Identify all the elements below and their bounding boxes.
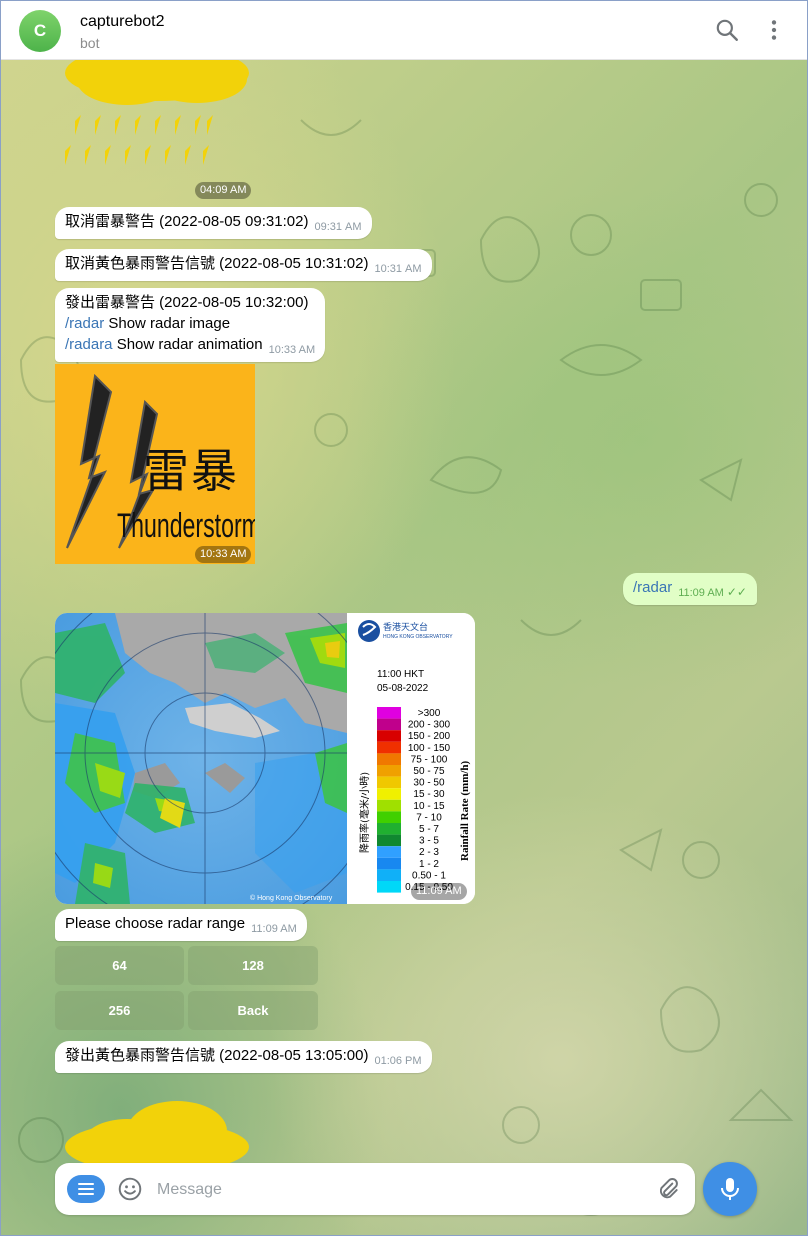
- voice-record-button[interactable]: [703, 1162, 757, 1216]
- search-icon[interactable]: [714, 17, 740, 43]
- rain-cloud-sticker[interactable]: [57, 1101, 257, 1171]
- more-vertical-icon[interactable]: [761, 17, 787, 43]
- rainfall-scale-swatch: [377, 765, 401, 777]
- menu-icon: [78, 1183, 94, 1195]
- rainfall-scale-label: 200 - 300: [408, 720, 451, 731]
- command-link[interactable]: /radar: [633, 579, 672, 596]
- microphone-icon: [721, 1178, 739, 1200]
- chat-title[interactable]: capturebot2: [80, 13, 165, 31]
- rainfall-scale-swatch: [377, 718, 401, 731]
- emoji-icon[interactable]: [117, 1176, 143, 1202]
- radar-time: 11:00 HKT: [377, 669, 424, 680]
- message-bubble[interactable]: 發出雷暴警告 (2022-08-05 10:32:00) /radar Show…: [55, 288, 326, 362]
- rainfall-scale-swatch: [377, 799, 401, 812]
- message-text: 發出黃色暴雨警告信號 (2022-08-05 13:05:00): [65, 1047, 369, 1064]
- radar-range-128-button[interactable]: 128: [188, 946, 318, 985]
- rainfall-scale-label: 10 - 15: [413, 801, 445, 812]
- radar-copyright: © Hong Kong Observatory: [250, 894, 333, 902]
- hko-name-en: HONG KONG OBSERVATORY: [383, 634, 453, 640]
- rainfall-scale-swatch: [377, 741, 401, 754]
- radar-range-64-button[interactable]: 64: [55, 946, 184, 985]
- rainfall-scale-swatch: [377, 811, 401, 823]
- message-bubble[interactable]: 取消雷暴警告 (2022-08-05 09:31:02) 09:31 AM: [55, 207, 372, 239]
- message-text: 取消雷暴警告 (2022-08-05 09:31:02): [65, 213, 309, 230]
- message-text: Show radar animation: [112, 336, 263, 353]
- command-link[interactable]: /radara: [65, 336, 113, 353]
- message-text: 發出雷暴警告 (2022-08-05 10:32:00): [65, 294, 309, 311]
- rainfall-scale-label: 50 - 75: [413, 766, 445, 777]
- avatar[interactable]: C: [19, 10, 61, 52]
- radar-range-256-button[interactable]: 256: [55, 991, 184, 1030]
- rainfall-scale-swatch: [377, 857, 401, 870]
- chat-header: C capturebot2 bot: [1, 1, 807, 60]
- thunderstorm-english-label: Thunderstorm: [117, 507, 255, 545]
- rainfall-scale-swatch: [377, 776, 401, 789]
- message-text: Please choose radar range: [65, 915, 246, 932]
- rainfall-scale-label: 30 - 50: [413, 778, 445, 789]
- rainfall-scale-label: 15 - 30: [413, 789, 445, 800]
- radar-image[interactable]: © Hong Kong Observatory 香港天文台 HONG KONG …: [55, 613, 475, 904]
- back-button[interactable]: Back: [188, 991, 318, 1030]
- attach-icon[interactable]: [655, 1176, 681, 1202]
- rainfall-scale-swatch: [377, 834, 401, 847]
- rainfall-scale-label: 100 - 150: [408, 743, 451, 754]
- rainfall-axis-en: Rainfall Rate (mm/h): [459, 760, 471, 861]
- radar-date: 05-08-2022: [377, 683, 429, 694]
- rainfall-scale-swatch: [377, 753, 401, 765]
- image-timestamp: 10:33 AM: [195, 546, 252, 563]
- rainfall-scale-label: 2 - 3: [419, 847, 439, 858]
- rainfall-axis-cn: 降雨率(毫米/小時): [358, 772, 371, 853]
- radar-map: © Hong Kong Observatory 香港天文台 HONG KONG …: [55, 613, 475, 904]
- image-timestamp: 11:09 AM: [411, 883, 467, 900]
- message-text: Show radar image: [104, 315, 231, 332]
- bot-menu-button[interactable]: [67, 1175, 105, 1203]
- message-text: 取消黃色暴雨警告信號 (2022-08-05 10:31:02): [65, 255, 369, 272]
- thunderstorm-chinese-label: 雷暴: [143, 444, 239, 498]
- sticker-timestamp: 04:09 AM: [195, 182, 252, 199]
- rainfall-scale-swatch: [377, 707, 401, 719]
- message-bubble[interactable]: 取消黃色暴雨警告信號 (2022-08-05 10:31:02) 10:31 AM: [55, 249, 432, 281]
- rainfall-scale-swatch: [377, 846, 401, 858]
- rainfall-scale-label: 150 - 200: [408, 731, 451, 742]
- rainfall-scale-label: 5 - 7: [419, 824, 439, 835]
- rainfall-scale-label: 0.50 - 1: [412, 870, 446, 881]
- rainfall-scale-swatch: [377, 869, 401, 881]
- hko-name-cn: 香港天文台: [383, 621, 428, 633]
- message-time: 10:31 AM: [374, 263, 422, 275]
- message-time: 11:09 AM: [251, 923, 297, 935]
- message-bubble[interactable]: 發出黃色暴雨警告信號 (2022-08-05 13:05:00) 01:06 PM: [55, 1041, 432, 1073]
- message-time: 09:31 AM: [314, 221, 362, 233]
- rainfall-scale-label: 3 - 5: [419, 836, 439, 847]
- chat-subtitle: bot: [80, 35, 100, 51]
- message-input[interactable]: [155, 1175, 639, 1205]
- rain-cloud-sticker[interactable]: [57, 59, 257, 177]
- app-window: C capturebot2 bot 04:09 AM 取消雷暴警告 (2022-…: [0, 0, 808, 1236]
- message-time: 10:33 AM: [268, 344, 316, 356]
- thunderstorm-warning-image[interactable]: 雷暴 Thunderstorm 10:33 AM: [55, 364, 255, 564]
- rainfall-scale-label: 75 - 100: [411, 754, 448, 765]
- rainfall-scale-swatch: [377, 788, 401, 800]
- message-composer: [55, 1163, 695, 1215]
- rainfall-scale-swatch: [377, 881, 401, 893]
- command-link[interactable]: /radar: [65, 315, 104, 332]
- rainfall-scale-label: 7 - 10: [416, 812, 442, 823]
- rainfall-scale-swatch: [377, 823, 401, 835]
- message-time: 01:06 PM: [374, 1055, 422, 1067]
- message-time: 11:09 AM: [678, 587, 724, 599]
- message-bubble[interactable]: Please choose radar range 11:09 AM: [55, 909, 307, 941]
- outgoing-message-bubble[interactable]: /radar 11:09 AM ✓✓: [623, 573, 757, 605]
- rainfall-scale-label: 1 - 2: [419, 859, 439, 870]
- rainfall-scale-label: >300: [418, 708, 441, 719]
- read-checkmarks-icon: ✓✓: [726, 585, 747, 599]
- rainfall-scale-swatch: [377, 730, 401, 742]
